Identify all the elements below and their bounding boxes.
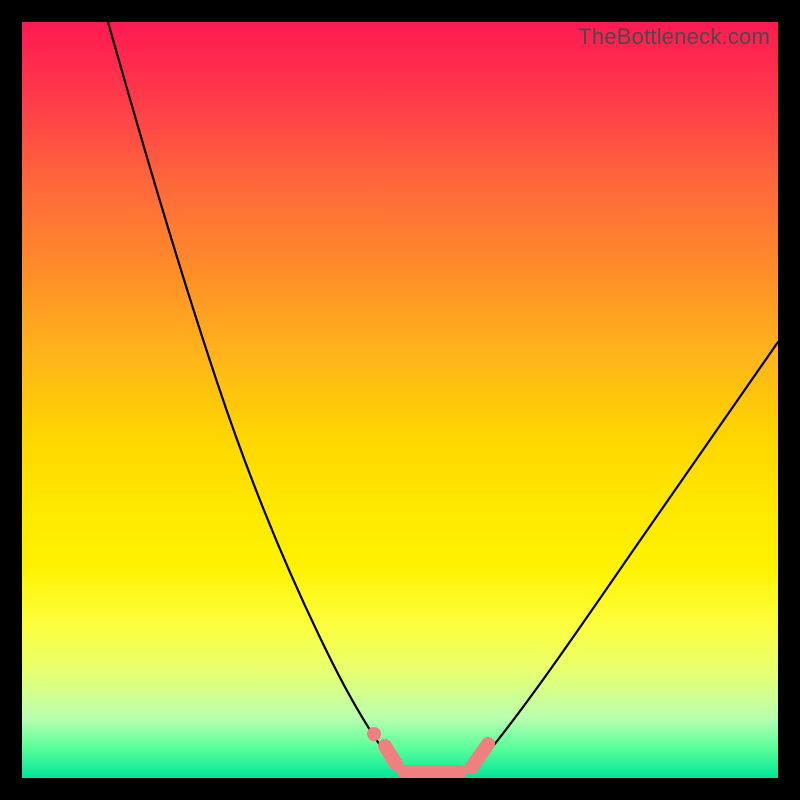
- chart-frame: TheBottleneck.com: [0, 0, 800, 800]
- optimal-range-marker-left: [385, 746, 396, 764]
- curve-right-branch: [484, 342, 778, 757]
- bottleneck-curve: [22, 22, 778, 778]
- curve-left-branch: [108, 22, 392, 762]
- watermark-text: TheBottleneck.com: [578, 24, 770, 50]
- optimal-range-marker-right: [472, 744, 488, 767]
- optimal-point-dot: [367, 727, 381, 741]
- curve-valley: [392, 757, 484, 774]
- chart-plot-area: TheBottleneck.com: [22, 22, 778, 778]
